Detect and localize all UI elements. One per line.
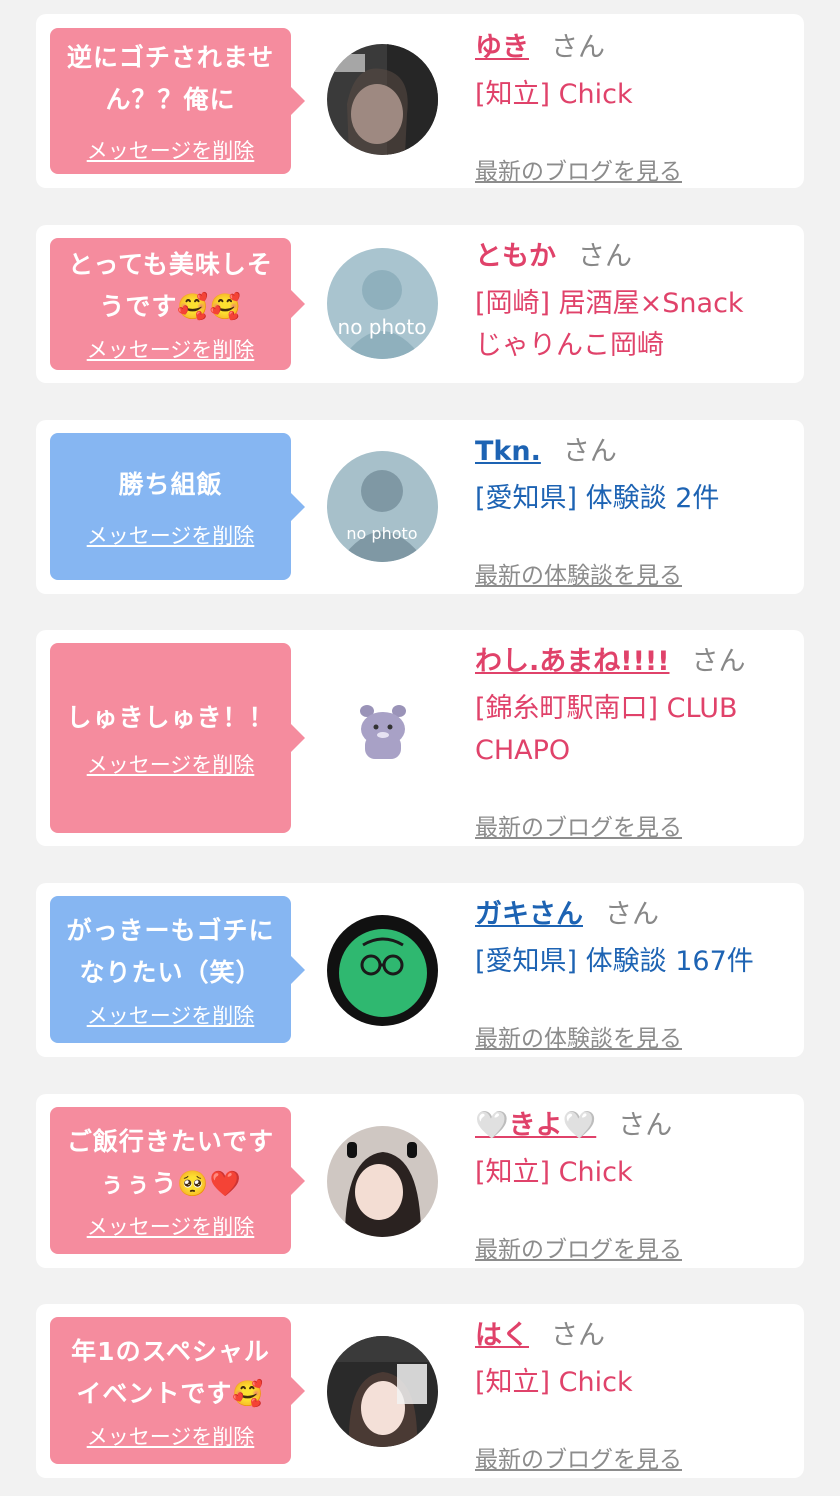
user-info: わし.あまね!!!! さん [錦糸町駅南口] CLUB CHAPO 最新のブログを… (475, 644, 794, 841)
avatar-photo (327, 1126, 438, 1237)
no-photo-label: no photo (338, 315, 427, 339)
user-info: ガキさん さん [愛知県] 体験談 167件 最新の体験談を見る (475, 897, 794, 1052)
delete-message-link[interactable]: メッセージを削除 (87, 1000, 255, 1030)
latest-review-link[interactable]: 最新の体験談を見る (475, 556, 682, 590)
latest-post-link[interactable]: 最新のブログを見る (475, 808, 682, 842)
latest-post-link[interactable]: 最新のブログを見る (475, 1230, 682, 1264)
honorific: さん (562, 436, 617, 467)
user-name-link[interactable]: Tkn. (475, 436, 541, 467)
honorific: さん (691, 646, 746, 677)
message-bubble: 逆にゴチされませ ん？？俺に メッセージを削除 (50, 28, 305, 174)
shop-info: [知立] Chick (475, 79, 633, 110)
delete-message-link[interactable]: メッセージを削除 (87, 749, 255, 779)
message-card: ご飯行きたいです ぅぅう🥺❤️ メッセージを削除 🤍きよ🤍 さん [知立] Chi… (36, 1094, 804, 1268)
mascot-icon (327, 683, 438, 794)
message-text: 年1のスペシャル イベントです🥰 (71, 1336, 270, 1408)
no-photo-label: no photo (346, 524, 417, 543)
shop-info: [知立] Chick (475, 1367, 633, 1398)
user-name-link[interactable]: わし.あまね!!!! (475, 646, 670, 677)
avatar-photo (327, 44, 438, 155)
avatar[interactable]: no photo (327, 451, 438, 562)
shop-info: [愛知県] 体験談 167件 (475, 946, 754, 977)
latest-review-link[interactable]: 最新の体験談を見る (475, 1019, 682, 1053)
message-card: 年1のスペシャル イベントです🥰 メッセージを削除 はく さん [知立] Chic… (36, 1304, 804, 1478)
no-photo-placeholder: no photo (327, 451, 438, 562)
user-name-link[interactable]: はく (475, 1320, 529, 1351)
message-text: ご飯行きたいです ぅぅう🥺❤️ (66, 1126, 275, 1198)
message-bubble: がっきーもゴチに なりたい（笑） メッセージを削除 (50, 896, 305, 1043)
message-card: 逆にゴチされませ ん？？俺に メッセージを削除 ゆき さん [知立] Chick … (36, 14, 804, 188)
message-card: がっきーもゴチに なりたい（笑） メッセージを削除 ガキさん さん [愛知県] 体… (36, 883, 804, 1057)
message-text: 逆にゴチされませ ん？？俺に (66, 43, 275, 114)
message-bubble: 年1のスペシャル イベントです🥰 メッセージを削除 (50, 1317, 305, 1464)
honorific: さん (618, 1110, 673, 1141)
user-info: 🤍きよ🤍 さん [知立] Chick 最新のブログを見る (475, 1108, 794, 1263)
message-text: しゅきしゅき！！ (66, 703, 275, 732)
delete-message-link[interactable]: メッセージを削除 (87, 1211, 255, 1241)
user-name-link[interactable]: ともか (475, 241, 556, 272)
message-bubble: しゅきしゅき！！ メッセージを削除 (50, 643, 305, 833)
message-bubble: とっても美味しそ うです🥰🥰 メッセージを削除 (50, 238, 305, 370)
delete-message-link[interactable]: メッセージを削除 (87, 520, 255, 550)
user-info: ゆき さん [知立] Chick 最新のブログを見る (475, 30, 794, 185)
message-card: 勝ち組飯 メッセージを削除 no photo Tkn. さん [愛知県] 体験談 … (36, 420, 804, 594)
user-info: Tkn. さん [愛知県] 体験談 2件 最新の体験談を見る (475, 434, 794, 589)
avatar-photo (327, 1336, 438, 1447)
honorific: さん (551, 1320, 605, 1351)
user-info: はく さん [知立] Chick 最新のブログを見る (475, 1318, 794, 1473)
avatar[interactable]: no photo (327, 248, 438, 359)
message-bubble: ご飯行きたいです ぅぅう🥺❤️ メッセージを削除 (50, 1107, 305, 1254)
avatar[interactable] (327, 44, 438, 155)
shop-info: [錦糸町駅南口] CLUB CHAPO (475, 693, 738, 766)
avatar[interactable] (327, 915, 438, 1026)
honorific: さん (551, 32, 605, 63)
user-name-link[interactable]: ゆき (475, 32, 529, 63)
user-name-link[interactable]: ガキさん (475, 899, 583, 930)
shop-info: [愛知県] 体験談 2件 (475, 483, 720, 514)
latest-post-link[interactable]: 最新のブログを見る (475, 1440, 682, 1474)
shop-info: [知立] Chick (475, 1157, 633, 1188)
avatar[interactable] (327, 1336, 438, 1447)
avatar[interactable] (327, 683, 438, 794)
user-info: ともか さん [岡崎] 居酒屋×Snack じゃりんこ岡崎 (475, 239, 794, 367)
shop-info: [岡崎] 居酒屋×Snack じゃりんこ岡崎 (475, 288, 744, 361)
message-card: とっても美味しそ うです🥰🥰 メッセージを削除 no photo ともか さん [… (36, 225, 804, 383)
message-text: とっても美味しそ うです🥰🥰 (68, 250, 273, 321)
delete-message-link[interactable]: メッセージを削除 (87, 135, 255, 165)
latest-post-link[interactable]: 最新のブログを見る (475, 152, 682, 186)
delete-message-link[interactable]: メッセージを削除 (87, 334, 255, 364)
message-text: 勝ち組飯 (118, 469, 223, 499)
message-text: がっきーもゴチに なりたい（笑） (66, 915, 275, 987)
user-name-link[interactable]: 🤍きよ🤍 (475, 1110, 596, 1141)
honorific: さん (605, 899, 659, 930)
delete-message-link[interactable]: メッセージを削除 (87, 1421, 255, 1451)
no-photo-placeholder: no photo (327, 248, 438, 359)
honorific: さん (578, 241, 632, 272)
avatar-photo (327, 915, 438, 1026)
message-bubble: 勝ち組飯 メッセージを削除 (50, 433, 305, 580)
message-card: しゅきしゅき！！ メッセージを削除 わし.あまね!!!! さん [錦糸町駅南口] … (36, 630, 804, 846)
avatar[interactable] (327, 1126, 438, 1237)
